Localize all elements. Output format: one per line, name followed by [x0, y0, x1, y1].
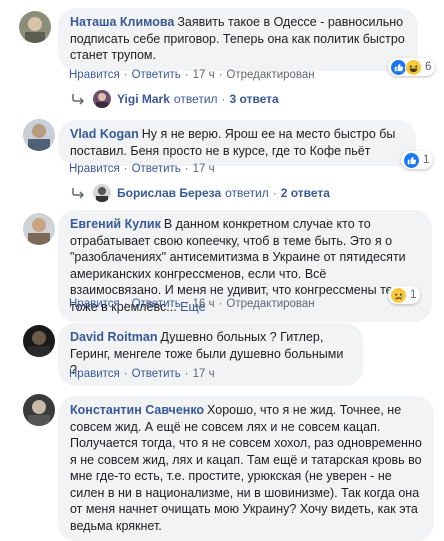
reactions-summary[interactable]: 1: [401, 151, 434, 169]
comment-actions: Нравится · Ответить · 16 ч · Отредактирован: [69, 298, 315, 310]
comment-actions: Нравится · Ответить · 17 ч · Отредактирован: [69, 69, 315, 81]
like-link[interactable]: Нравится: [69, 69, 120, 81]
comment-actions: Нравится · Ответить · 17 ч: [69, 163, 215, 175]
replier-name: Борислав Береза: [117, 186, 222, 200]
avatar[interactable]: [19, 11, 51, 43]
like-icon: [403, 151, 420, 169]
avatar: [93, 90, 111, 108]
timestamp[interactable]: 16 ч: [193, 298, 215, 310]
view-replies[interactable]: Борислав Береза ответил · 2 ответа: [71, 184, 330, 202]
comment-author[interactable]: David Roitman: [70, 330, 158, 344]
reply-link[interactable]: Ответить: [132, 69, 181, 81]
comment-bubble: Vlad Kogan Ну я не верю. Ярош ее на место…: [58, 120, 416, 166]
reply-count: 2 ответа: [280, 186, 330, 200]
avatar[interactable]: [23, 119, 55, 151]
reply-count: 3 ответа: [229, 92, 279, 106]
sad-icon: [390, 286, 407, 304]
reply-link[interactable]: Ответить: [132, 298, 181, 310]
reaction-count: 1: [423, 154, 430, 166]
like-link[interactable]: Нравится: [69, 368, 120, 380]
reaction-count: 6: [425, 61, 432, 73]
haha-icon: [405, 58, 422, 76]
avatar[interactable]: [23, 394, 55, 426]
reply-arrow-icon: [72, 94, 85, 105]
comment-bubble: Константин Савченко Хорошо, что я не жид.…: [58, 396, 434, 541]
reactions-summary[interactable]: 6: [388, 58, 436, 76]
like-link[interactable]: Нравится: [69, 298, 120, 310]
comment-bubble: Наташа Климова Заявить такое в Одессе - р…: [58, 8, 418, 71]
comment-author[interactable]: Vlad Kogan: [70, 127, 139, 141]
edited-label: Отредактирован: [226, 298, 315, 310]
replied-label: ответил: [173, 92, 218, 106]
comment-actions: Нравится · Ответить · 17 ч: [69, 368, 215, 380]
timestamp[interactable]: 17 ч: [193, 69, 215, 81]
timestamp[interactable]: 17 ч: [193, 368, 215, 380]
comment-author[interactable]: Евгений Кулик: [70, 217, 161, 231]
reactions-summary[interactable]: 1: [388, 286, 421, 304]
comment-text: Хорошо, что я не жид. Точнее, не совсем …: [70, 403, 422, 533]
comment-author[interactable]: Наташа Климова: [70, 15, 174, 29]
timestamp[interactable]: 17 ч: [193, 163, 215, 175]
like-link[interactable]: Нравится: [69, 163, 120, 175]
view-replies[interactable]: Yigi Mark ответил · 3 ответа: [71, 90, 279, 108]
reaction-count: 1: [410, 289, 417, 301]
avatar[interactable]: [23, 213, 55, 245]
reply-link[interactable]: Ответить: [132, 368, 181, 380]
replier-name: Yigi Mark: [117, 92, 170, 106]
reply-arrow-icon: [72, 188, 85, 199]
replied-label: ответил: [225, 186, 269, 200]
reply-link[interactable]: Ответить: [132, 163, 181, 175]
edited-label: Отредактирован: [226, 69, 315, 81]
comment-author[interactable]: Константин Савченко: [70, 403, 204, 417]
avatar: [93, 184, 111, 202]
avatar[interactable]: [23, 325, 55, 357]
